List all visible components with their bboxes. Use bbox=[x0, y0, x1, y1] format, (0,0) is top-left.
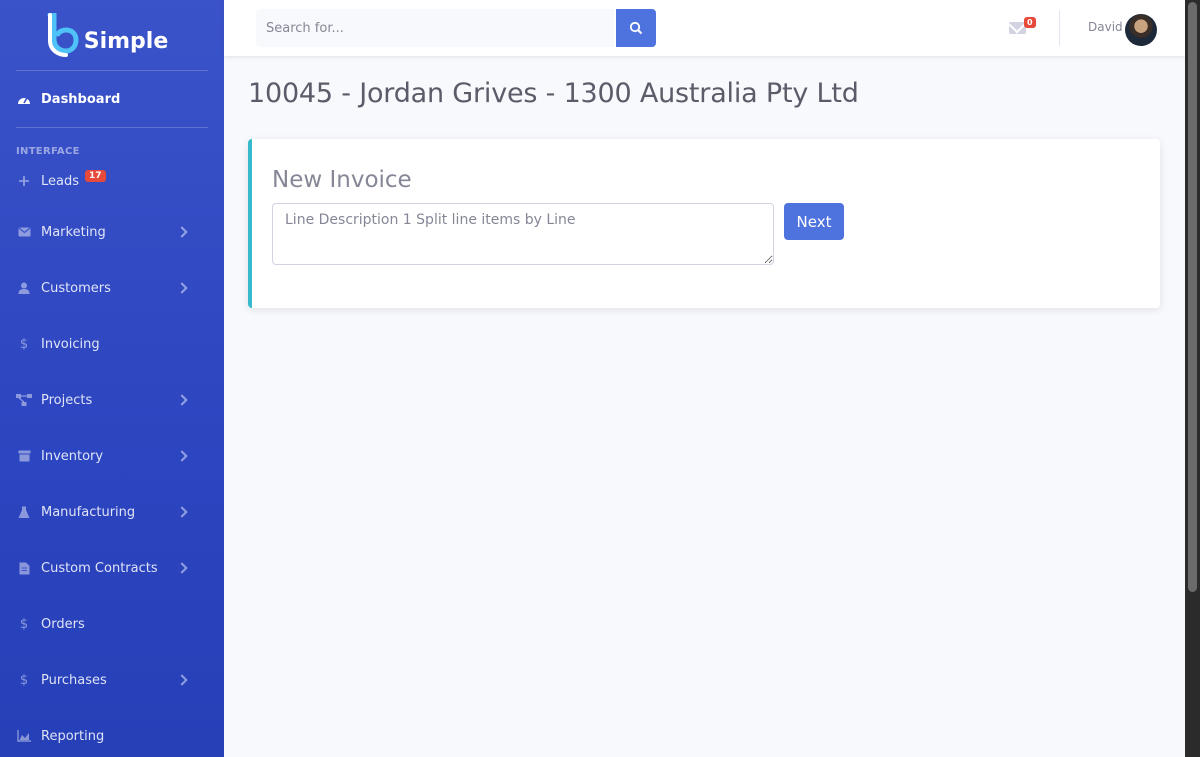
sidebar-item-label: Inventory bbox=[41, 448, 104, 464]
topbar-divider bbox=[1059, 10, 1060, 46]
sidebar-item-label: Purchases bbox=[41, 672, 107, 688]
sidebar-item-orders[interactable]: $ Orders bbox=[0, 596, 224, 652]
sidebar-item-invoicing[interactable]: $ Invoicing bbox=[0, 316, 224, 372]
sidebar-item-reporting[interactable]: Reporting bbox=[0, 708, 224, 757]
dollar-icon: $ bbox=[19, 672, 29, 688]
envelope-icon bbox=[16, 224, 32, 240]
search-icon bbox=[629, 21, 643, 35]
chevron-right-icon bbox=[176, 226, 188, 238]
sidebar-item-label: Customers bbox=[41, 280, 111, 296]
sidebar-item-purchases[interactable]: $ Purchases bbox=[0, 652, 224, 708]
sidebar-section-heading: INTERFACE bbox=[16, 146, 80, 157]
sidebar-item-manufacturing[interactable]: Manufacturing bbox=[0, 484, 224, 540]
sidebar-item-label: Projects bbox=[41, 392, 93, 408]
chevron-right-icon bbox=[176, 282, 188, 294]
user-name[interactable]: David bbox=[1088, 20, 1123, 34]
topbar: 0 David bbox=[224, 0, 1185, 56]
scrollbar-thumb[interactable] bbox=[1188, 2, 1197, 592]
sidebar-item-leads[interactable]: Leads 17 bbox=[0, 158, 224, 204]
brand-logo-icon bbox=[47, 13, 79, 57]
sidebar-item-dashboard[interactable]: Dashboard bbox=[0, 71, 224, 127]
user-icon bbox=[16, 280, 32, 296]
chevron-right-icon bbox=[176, 450, 188, 462]
scrollbar[interactable] bbox=[1185, 0, 1200, 757]
leads-count-badge: 17 bbox=[85, 170, 106, 182]
card-title: New Invoice bbox=[272, 167, 412, 193]
flask-icon bbox=[16, 504, 32, 520]
avatar[interactable] bbox=[1125, 14, 1157, 46]
dollar-icon: $ bbox=[19, 616, 29, 632]
chevron-right-icon bbox=[176, 562, 188, 574]
sidebar-item-custom-contracts[interactable]: Custom Contracts bbox=[0, 540, 224, 596]
sidebar-item-label: Reporting bbox=[41, 728, 105, 744]
sidebar-item-marketing[interactable]: Marketing bbox=[0, 204, 224, 260]
sidebar-item-label: Marketing bbox=[41, 224, 106, 240]
sidebar-item-projects[interactable]: Projects bbox=[0, 372, 224, 428]
file-contract-icon bbox=[16, 560, 32, 576]
dollar-icon: $ bbox=[19, 336, 29, 352]
brand-name: Simple bbox=[83, 28, 169, 54]
search-input[interactable] bbox=[256, 9, 614, 47]
line-description-input[interactable] bbox=[272, 203, 774, 265]
sidebar-item-customers[interactable]: Customers bbox=[0, 260, 224, 316]
tachometer-icon bbox=[16, 91, 32, 107]
next-button[interactable]: Next bbox=[784, 203, 844, 240]
page-title: 10045 - Jordan Grives - 1300 Australia P… bbox=[248, 78, 859, 109]
chevron-right-icon bbox=[176, 674, 188, 686]
sidebar-item-label: Invoicing bbox=[41, 336, 100, 352]
brand[interactable]: Simple bbox=[0, 0, 224, 70]
sidebar-item-label: Manufacturing bbox=[41, 504, 136, 520]
messages-count-badge: 0 bbox=[1024, 17, 1036, 28]
search-button[interactable] bbox=[616, 9, 656, 47]
new-invoice-card: New Invoice Next bbox=[248, 139, 1160, 308]
chevron-right-icon bbox=[176, 394, 188, 406]
sidebar-item-label: Orders bbox=[41, 616, 85, 632]
box-icon bbox=[16, 448, 32, 464]
project-diagram-icon bbox=[16, 392, 32, 408]
sidebar: Simple Dashboard INTERFACE Leads 17 Mark… bbox=[0, 0, 224, 757]
sidebar-item-label: Leads bbox=[41, 173, 80, 189]
chart-area-icon bbox=[16, 728, 32, 744]
plus-icon bbox=[16, 173, 32, 189]
sidebar-item-label: Dashboard bbox=[41, 91, 121, 107]
chevron-right-icon bbox=[176, 506, 188, 518]
sidebar-item-label: Custom Contracts bbox=[41, 560, 158, 576]
sidebar-nav-list: Marketing Customers $ Invoicing Projects Inve… bbox=[0, 204, 224, 757]
sidebar-item-inventory[interactable]: Inventory bbox=[0, 428, 224, 484]
